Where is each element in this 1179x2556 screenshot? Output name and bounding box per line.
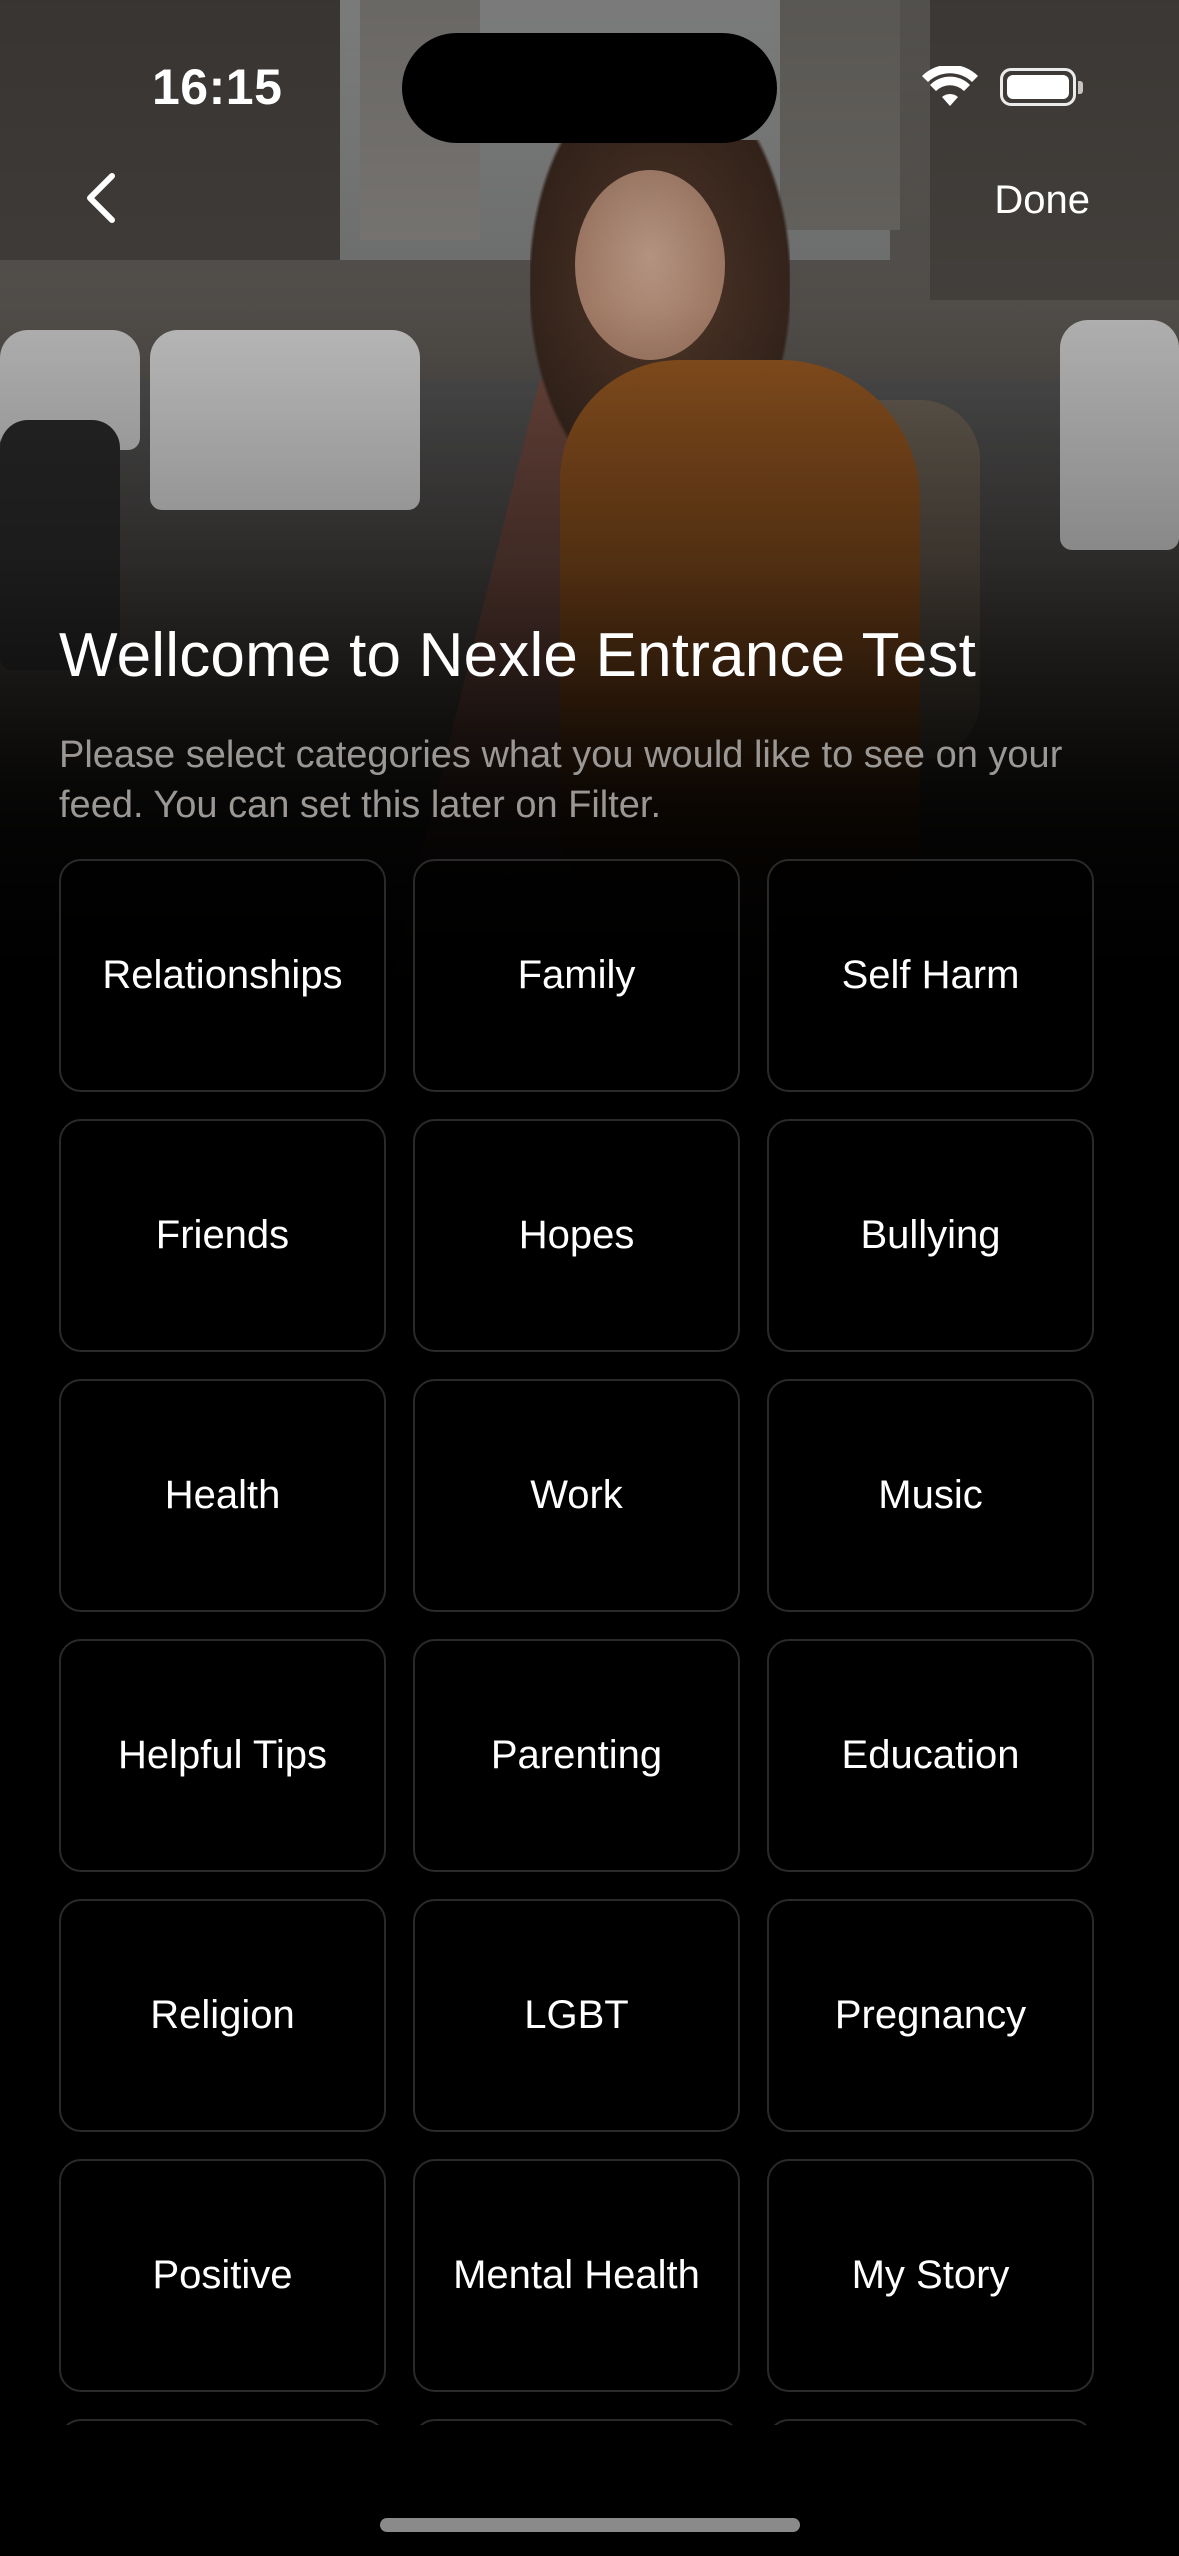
category-tile[interactable]: My Story (767, 2159, 1094, 2392)
category-tile[interactable]: Mental Health (413, 2159, 740, 2392)
category-tile[interactable]: Positive (59, 2159, 386, 2392)
category-tile[interactable]: Helpful Tips (59, 1639, 386, 1872)
category-tile[interactable]: Music (767, 1379, 1094, 1612)
category-tile[interactable]: LGBT (413, 1899, 740, 2132)
home-indicator[interactable] (380, 2518, 800, 2532)
category-tile[interactable]: Parenting (413, 1639, 740, 1872)
category-tile[interactable]: Health (59, 1379, 386, 1612)
category-tile[interactable] (59, 2419, 386, 2425)
category-tile[interactable]: Friends (59, 1119, 386, 1352)
category-grid: Relationships Family Self Harm Friends H… (59, 859, 1096, 2425)
category-tile[interactable]: Education (767, 1639, 1094, 1872)
category-tile[interactable]: Work (413, 1379, 740, 1612)
category-tile[interactable] (413, 2419, 740, 2425)
category-tile[interactable]: Self Harm (767, 859, 1094, 1092)
category-tile[interactable]: Relationships (59, 859, 386, 1092)
category-tile[interactable]: Family (413, 859, 740, 1092)
category-tile[interactable]: Pregnancy (767, 1899, 1094, 2132)
category-tile[interactable]: Hopes (413, 1119, 740, 1352)
category-tile[interactable]: Bullying (767, 1119, 1094, 1352)
category-tile[interactable]: Religion (59, 1899, 386, 2132)
category-tile[interactable] (767, 2419, 1094, 2425)
